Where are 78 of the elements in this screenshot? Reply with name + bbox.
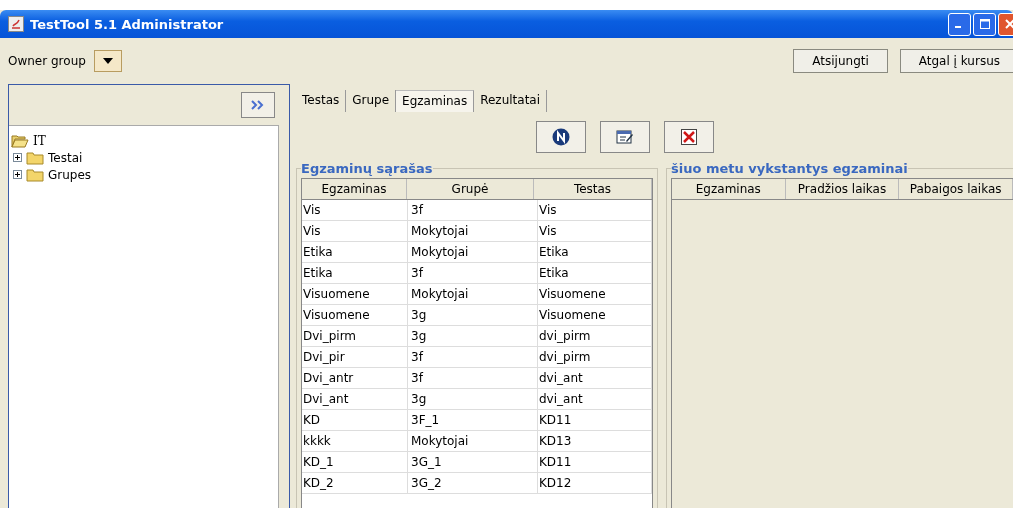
table-cell: 3G_1 (408, 452, 538, 472)
column-header[interactable]: Grupė (407, 179, 534, 199)
caret-icon (102, 58, 113, 64)
table-cell: kkkk (302, 431, 408, 451)
table-cell: dvi_pirm (538, 347, 652, 367)
table-cell: Mokytojai (408, 242, 538, 262)
table-cell: Dvi_pir (302, 347, 408, 367)
expand-icon[interactable] (13, 153, 22, 162)
tree-item[interactable]: Testai (48, 150, 83, 165)
table-cell: 3g (408, 305, 538, 325)
table-cell: Mokytojai (408, 431, 538, 451)
group-title: Egzaminų sąrašas (301, 161, 433, 176)
column-header[interactable]: Pabaigos laikas (899, 179, 1013, 199)
table-cell: Visuomene (302, 284, 408, 304)
folder-icon (26, 167, 44, 182)
table-cell: Vis (302, 221, 408, 241)
table-cell: Dvi_ant (302, 389, 408, 409)
edit-icon (615, 129, 634, 145)
table-cell: dvi_ant (538, 368, 652, 388)
toolbar-button[interactable]: Atgal į kursus (899, 49, 1013, 73)
minimize-icon (954, 26, 961, 28)
table-cell: 3f (408, 200, 538, 220)
owner-group-label: Owner group (8, 54, 86, 68)
table-cell: KD11 (538, 410, 652, 430)
table-cell: Dvi_antr (302, 368, 408, 388)
owner-group-dropdown[interactable] (93, 50, 122, 72)
table-cell: Vis (302, 200, 408, 220)
new-button[interactable] (535, 121, 586, 153)
table-cell: Visuomene (538, 305, 652, 325)
column-header[interactable]: Pradžios laikas (785, 179, 900, 199)
table-cell: Etika (538, 242, 652, 262)
tab[interactable]: Egzaminas (396, 90, 475, 112)
table-cell: KD12 (538, 473, 652, 493)
table-cell: Etika (302, 242, 408, 262)
table-cell: Vis (538, 221, 652, 241)
close-icon (1004, 19, 1013, 29)
letter-n-icon (551, 128, 570, 146)
table-cell: 3f (408, 368, 538, 388)
delete-icon (680, 129, 697, 145)
table-cell: Etika (538, 263, 652, 283)
table-cell: Visuomene (302, 305, 408, 325)
table-cell: KD (302, 410, 408, 430)
minimize-button[interactable] (948, 12, 971, 36)
double-chevron-icon (251, 100, 265, 110)
table-cell: Vis (538, 200, 652, 220)
window-title: TestTool 5.1 Administrator (30, 16, 224, 32)
folder-icon (26, 150, 44, 165)
table-cell: 3g (408, 389, 538, 409)
edit-button[interactable] (599, 121, 650, 153)
table-cell: KD_1 (302, 452, 408, 472)
maximize-icon (979, 19, 990, 29)
table-cell: Mokytojai (408, 284, 538, 304)
expand-icon[interactable] (13, 170, 22, 179)
column-header[interactable]: Egzaminas (672, 179, 786, 199)
column-header[interactable]: Egzaminas (302, 179, 407, 199)
app-icon (8, 16, 24, 32)
table-cell: dvi_pirm (538, 326, 652, 346)
collapse-button[interactable] (241, 92, 275, 118)
toolbar-button[interactable]: Atsijungti (793, 49, 888, 73)
table-cell: 3G_2 (408, 473, 538, 493)
table-cell: KD11 (538, 452, 652, 472)
table-cell: 3f (408, 347, 538, 367)
maximize-button[interactable] (973, 12, 996, 36)
table-cell: Mokytojai (408, 221, 538, 241)
table-cell: dvi_ant (538, 389, 652, 409)
tree-item[interactable]: Grupes (48, 167, 92, 182)
table-cell: 3g (408, 326, 538, 346)
table-cell: 3F_1 (408, 410, 538, 430)
table-cell: 3f (408, 263, 538, 283)
delete-button[interactable] (663, 121, 714, 153)
table-cell: KD_2 (302, 473, 408, 493)
table-cell: Etika (302, 263, 408, 283)
group-title: šiuo metu vykstantys egzaminai (671, 161, 908, 176)
table-cell: Visuomene (538, 284, 652, 304)
table-cell: KD13 (538, 431, 652, 451)
tree-item[interactable]: IT (33, 133, 46, 148)
table-cell: Dvi_pirm (302, 326, 408, 346)
column-header[interactable]: Testas (534, 179, 652, 199)
